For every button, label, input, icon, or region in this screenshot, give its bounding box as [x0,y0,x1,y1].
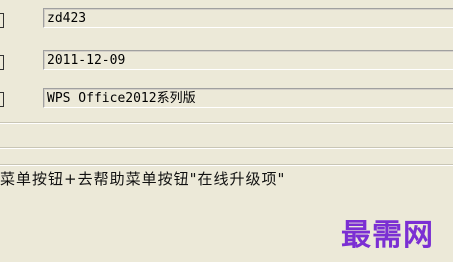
user-name-field[interactable]: zd423 [43,8,453,28]
version-value: WPS Office2012系列版 [47,91,196,106]
field-label-edge-3 [0,92,4,107]
separator-line-1 [0,122,453,124]
separator-line-3 [0,164,453,166]
version-field[interactable]: WPS Office2012系列版 [43,88,453,108]
user-name-value: zd423 [47,11,87,26]
field-label-edge-2 [0,55,4,70]
date-value: 2011-12-09 [47,53,126,68]
date-field[interactable]: 2011-12-09 [43,50,453,70]
separator-line-2 [0,147,453,149]
product-info-panel: zd423 2011-12-09 WPS Office2012系列版 菜单按钮+… [0,0,453,262]
field-label-edge-1 [0,13,4,28]
site-watermark: 最需网 [341,218,434,253]
instruction-text: 菜单按钮+去帮助菜单按钮"在线升级项" [0,170,286,188]
